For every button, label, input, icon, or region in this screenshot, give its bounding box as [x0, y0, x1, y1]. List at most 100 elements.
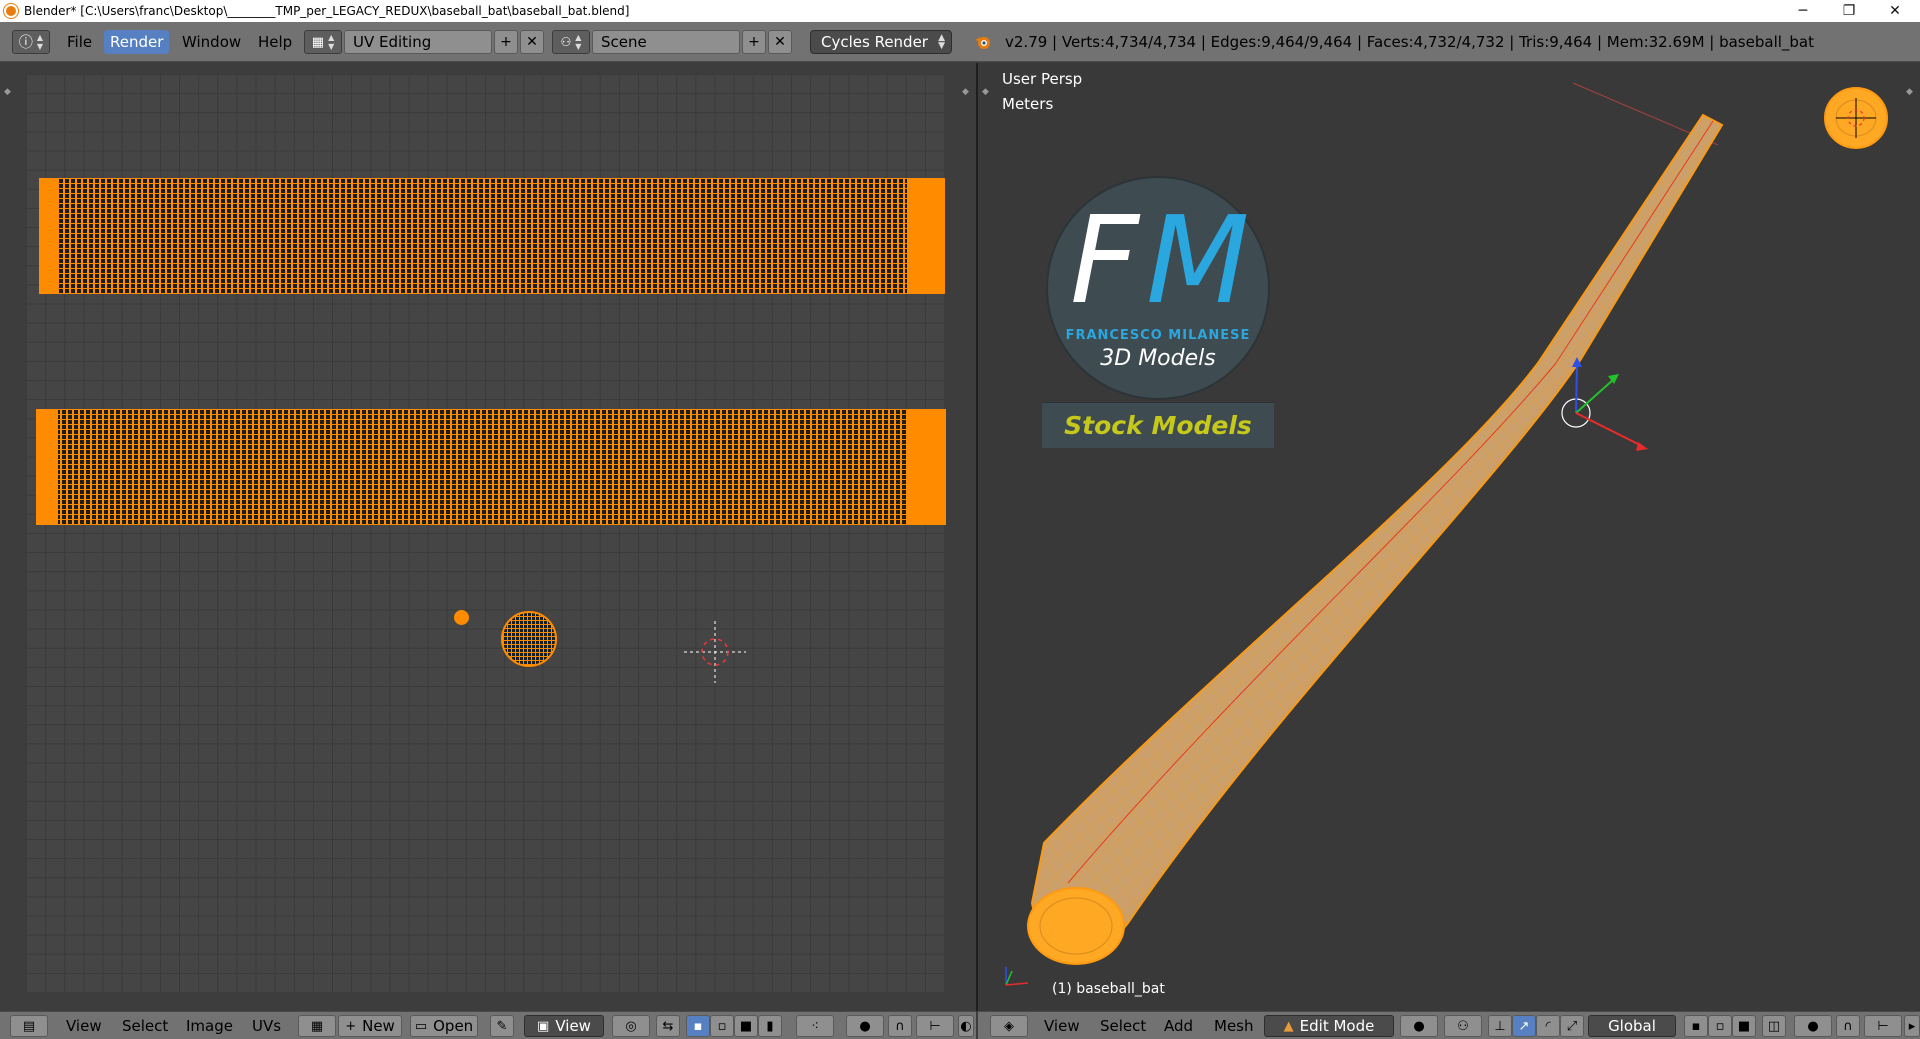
pin-button[interactable]: ✎ [490, 1015, 514, 1037]
scene-selector[interactable]: ⚇ ▲ ▼ [552, 30, 590, 54]
vertex-select-icon: ▪ [1691, 1018, 1701, 1034]
editor-type-selector[interactable]: ◈ [990, 1015, 1028, 1037]
remove-scene-button[interactable]: ✕ [768, 30, 792, 54]
snap-button[interactable]: ∩ [888, 1015, 912, 1037]
face-select-icon: ■ [1737, 1018, 1751, 1034]
pivot-point-selector[interactable]: ⚇ [1444, 1015, 1482, 1037]
add-screen-button[interactable]: + [494, 30, 518, 54]
scale-manipulator[interactable]: ⤢ [1560, 1015, 1584, 1037]
2d-cursor-icon[interactable] [684, 621, 746, 683]
menu-help[interactable]: Help [252, 30, 298, 54]
proportional-edit-selector[interactable]: ● [1794, 1015, 1832, 1037]
editor-type-selector[interactable]: ⓘ ▲ ▼ [12, 30, 50, 54]
sticky-selection-selector[interactable]: ⁖ [796, 1015, 834, 1037]
pivot-selector[interactable]: ◎ [612, 1015, 650, 1037]
image-icon: ▦ [310, 1018, 324, 1034]
chevron-updown-icon: ▲ ▼ [328, 33, 335, 51]
vp-menu-mesh[interactable]: Mesh [1210, 1015, 1258, 1037]
chevron-updown-icon: ▲ ▼ [938, 33, 945, 51]
proportional-edit-selector[interactable]: ● [846, 1015, 884, 1037]
uv-island-sphere[interactable] [501, 611, 557, 667]
logo-tagline: 3D Models [1100, 346, 1216, 371]
uv-island-strip-bottom[interactable] [36, 409, 946, 525]
image-browse-button[interactable]: ▦ [298, 1015, 336, 1037]
snap-element-selector[interactable]: ⊢ [1864, 1015, 1902, 1037]
vp-menu-select[interactable]: Select [1096, 1015, 1150, 1037]
menu-render[interactable]: Render [104, 30, 170, 54]
edge-select-icon: ▫ [1715, 1018, 1725, 1034]
uv-menu-uvs[interactable]: UVs [248, 1015, 285, 1037]
plus-icon: + [748, 34, 760, 50]
plus-icon: + [345, 1018, 357, 1034]
snap-element-selector[interactable]: ⊢ [916, 1015, 954, 1037]
blender-logo-icon [972, 30, 994, 54]
restore-button[interactable]: ❐ [1826, 0, 1872, 22]
scene-field[interactable]: Scene [592, 30, 740, 54]
translate-manipulator[interactable]: ↗ [1512, 1015, 1536, 1037]
magnet-icon: ∩ [1843, 1018, 1853, 1034]
panel-toggle-arrow-icon[interactable]: ◆ [4, 87, 14, 97]
close-button[interactable]: ✕ [1872, 0, 1918, 22]
chevron-updown-icon: ▲ ▼ [575, 33, 582, 51]
screen-layout-field[interactable]: UV Editing [344, 30, 492, 54]
face-select-mode[interactable]: ■ [1732, 1015, 1756, 1037]
vertex-select-mode[interactable]: ▪ [1684, 1015, 1708, 1037]
viewport-shading-selector[interactable]: ● [1400, 1015, 1438, 1037]
scene-icon: ⚇ [560, 35, 572, 49]
add-scene-button[interactable]: + [742, 30, 766, 54]
transform-orientation-dropdown[interactable]: Global [1588, 1015, 1676, 1037]
snap-element-icon: ⊢ [1877, 1018, 1889, 1034]
vertex-select-button[interactable]: ▪ [686, 1015, 710, 1037]
new-image-button[interactable]: + New [338, 1015, 402, 1037]
new-image-label: New [362, 1017, 395, 1035]
3d-viewport[interactable]: ◆ ◆ User Persp Meters F M FRANCESCO MILA… [978, 63, 1920, 1011]
uv-grid[interactable] [26, 74, 946, 992]
screen-layout-selector[interactable]: ▦ ▲ ▼ [304, 30, 342, 54]
vp-menu-view[interactable]: View [1040, 1015, 1084, 1037]
camera-icon: ▸ [1908, 1018, 1916, 1034]
mode-icon: ▣ [537, 1018, 550, 1034]
uv-mode-label: View [555, 1017, 591, 1035]
rotate-manipulator[interactable]: ◜ [1536, 1015, 1560, 1037]
occlude-geometry-toggle[interactable]: ◫ [1762, 1015, 1786, 1037]
face-select-button[interactable]: ■ [734, 1015, 758, 1037]
interaction-mode-dropdown[interactable]: ▲ Edit Mode [1264, 1015, 1394, 1037]
uv-image-editor[interactable]: ◆ ◆ [0, 63, 976, 1011]
face-select-icon: ■ [739, 1018, 753, 1034]
pin-icon: ✎ [496, 1018, 508, 1034]
remove-screen-button[interactable]: ✕ [520, 30, 544, 54]
proportional-icon: ● [1807, 1018, 1819, 1034]
editor-type-selector[interactable]: ▤ [10, 1015, 48, 1037]
render-slot-button[interactable]: ◐ [958, 1015, 974, 1037]
sync-selection-button[interactable]: ⇆ [656, 1015, 680, 1037]
scene-statistics: v2.79 | Verts:4,734/4,734 | Edges:9,464/… [1005, 33, 1814, 51]
window-title: Blender* [C:\Users\franc\Desktop\_______… [24, 4, 630, 18]
render-engine-dropdown[interactable]: Cycles Render ▲ ▼ [810, 30, 952, 54]
uv-island-strip-top[interactable] [39, 178, 945, 294]
window-title-bar: Blender* [C:\Users\franc\Desktop\_______… [0, 0, 1920, 22]
info-icon: ⓘ [18, 35, 33, 51]
uv-island-dot[interactable] [454, 610, 469, 625]
manipulator-icon: ⊥ [1494, 1018, 1506, 1034]
render-preview-button[interactable]: ▸ [1904, 1015, 1920, 1037]
uv-menu-view[interactable]: View [62, 1015, 106, 1037]
vp-menu-add[interactable]: Add [1160, 1015, 1197, 1037]
edit-mode-icon: ▲ [1283, 1018, 1294, 1034]
active-object-label: (1) baseball_bat [1052, 981, 1165, 997]
open-image-button[interactable]: ▭ Open [410, 1015, 478, 1037]
edge-select-mode[interactable]: ▫ [1708, 1015, 1732, 1037]
edge-select-button[interactable]: ▫ [710, 1015, 734, 1037]
snap-toggle[interactable]: ∩ [1836, 1015, 1860, 1037]
sync-icon: ⇆ [662, 1018, 674, 1034]
transform-orientation-label: Global [1608, 1017, 1656, 1035]
menu-file[interactable]: File [61, 30, 98, 54]
panel-toggle-arrow-icon[interactable]: ◆ [962, 87, 972, 97]
uv-menu-select[interactable]: Select [118, 1015, 172, 1037]
minimize-button[interactable]: ─ [1780, 0, 1826, 22]
uv-menu-image[interactable]: Image [182, 1015, 237, 1037]
menu-window[interactable]: Window [176, 30, 247, 54]
island-select-button[interactable]: ▮ [758, 1015, 782, 1037]
uv-mode-dropdown[interactable]: ▣ View [524, 1015, 604, 1037]
manipulator-toggle[interactable]: ⊥ [1488, 1015, 1512, 1037]
island-select-icon: ▮ [766, 1018, 774, 1034]
